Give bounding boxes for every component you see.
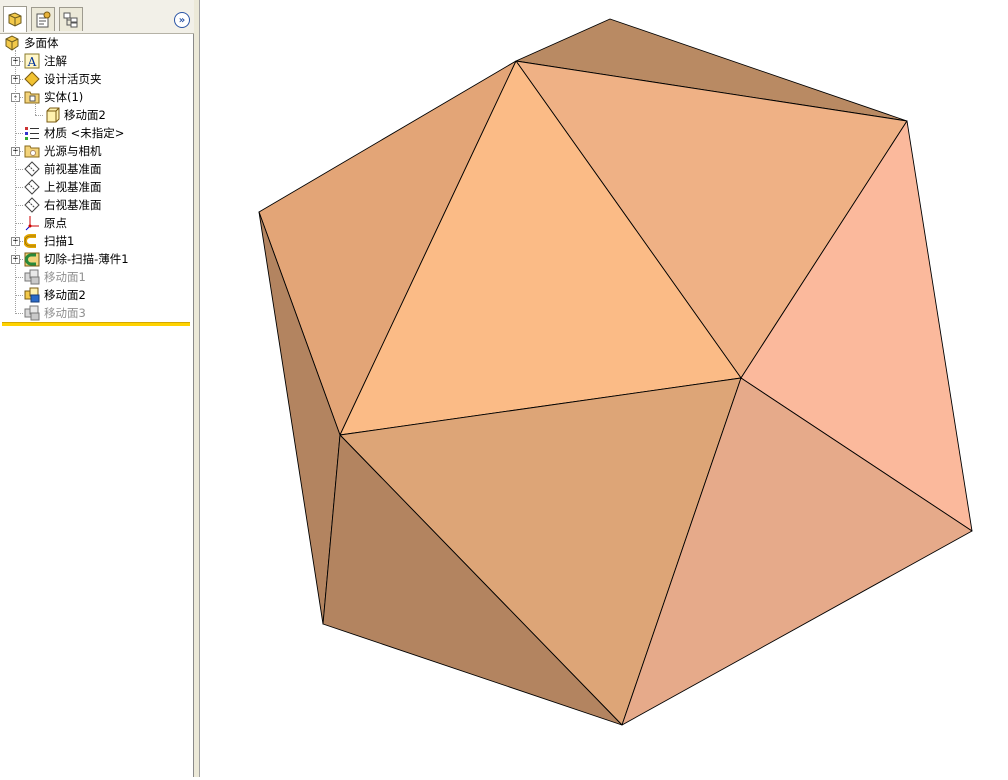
feature-manager-panel: » 多面体 A 注解 + 设计活页夹 + 实体(1) - 移动面2 材质 <未指定> 光源与相机 + 前… [0,0,194,777]
origin-icon [24,215,40,231]
tree-item[interactable]: 移动面2 [24,286,86,304]
tree-connector [15,205,23,206]
tree-item-label: 上视基准面 [44,180,102,194]
tree-item[interactable]: 右视基准面 [24,196,102,214]
solid-bodies-icon [24,89,40,105]
tree-item[interactable]: 原点 [24,214,67,232]
plane-icon [24,161,40,177]
tree-item[interactable]: 材质 <未指定> [24,124,124,142]
featuremanager-tab-icon[interactable] [3,6,27,32]
tree-item-label: 切除-扫描-薄件1 [44,252,129,266]
tree-connector [35,115,43,116]
tree-connector [15,277,23,278]
tree-item[interactable]: 设计活页夹 [24,70,102,88]
tree-connector [15,223,23,224]
tree-item[interactable]: 光源与相机 [24,142,102,160]
tree-item[interactable]: 前视基准面 [24,160,102,178]
rollback-bar[interactable] [2,322,190,326]
tree-item[interactable]: 上视基准面 [24,178,102,196]
svg-text:A: A [27,55,37,69]
tree-item-label: 移动面2 [44,288,86,302]
move-face-icon [24,305,40,321]
propertymanager-tab-icon[interactable] [31,7,55,31]
body-icon [44,107,60,123]
tree-connector [15,187,23,188]
polyhedron-model[interactable] [200,0,1008,777]
tree-item-label: 右视基准面 [44,198,102,212]
tree-item[interactable]: 实体(1) [24,88,83,106]
tree-connector [15,295,23,296]
graphics-viewport[interactable] [200,0,1008,777]
tree-item-label: 材质 <未指定> [44,126,125,140]
tree-item-label: 多面体 [24,36,59,50]
tree-item-label: 设计活页夹 [44,72,102,86]
part-icon [4,35,20,51]
tree-item-label: 注解 [44,54,67,68]
tree-item-label: 移动面1 [44,270,86,284]
expand-panel-button[interactable]: » [174,12,190,28]
tree-item-label: 移动面2 [64,108,106,122]
tree-item[interactable]: 移动面2 [44,106,106,124]
tree-item-label: 原点 [44,216,67,230]
tree-item-label: 光源与相机 [44,144,102,158]
tree-item-label: 扫描1 [44,234,75,248]
annotations-icon: A [24,53,40,69]
tree-item[interactable]: 多面体 [4,34,59,52]
material-icon [24,125,40,141]
tree-connector [35,104,36,115]
cut-sweep-icon [24,251,40,267]
sweep-icon [24,233,40,249]
tree-item-label: 移动面3 [44,306,86,320]
tree-item-label: 前视基准面 [44,162,102,176]
tree-connector [15,169,23,170]
tree-item[interactable]: 扫描1 [24,232,74,250]
move-face-icon [24,287,40,303]
lights-cameras-icon [24,143,40,159]
configurationmanager-tab-icon[interactable] [59,7,83,31]
tree-connector [15,313,23,314]
tree-item[interactable]: A 注解 [24,52,67,70]
tree-item-label: 实体(1) [44,90,84,104]
move-face-icon [24,269,40,285]
tree-connector [15,133,23,134]
plane-icon [24,197,40,213]
feature-manager-toolbar: » [0,0,194,34]
tree-connector [15,50,16,314]
tree-item[interactable]: 切除-扫描-薄件1 [24,250,129,268]
design-binder-icon [24,71,40,87]
tree-item[interactable]: 移动面3 [24,304,86,322]
tree-item[interactable]: 移动面1 [24,268,86,286]
plane-icon [24,179,40,195]
